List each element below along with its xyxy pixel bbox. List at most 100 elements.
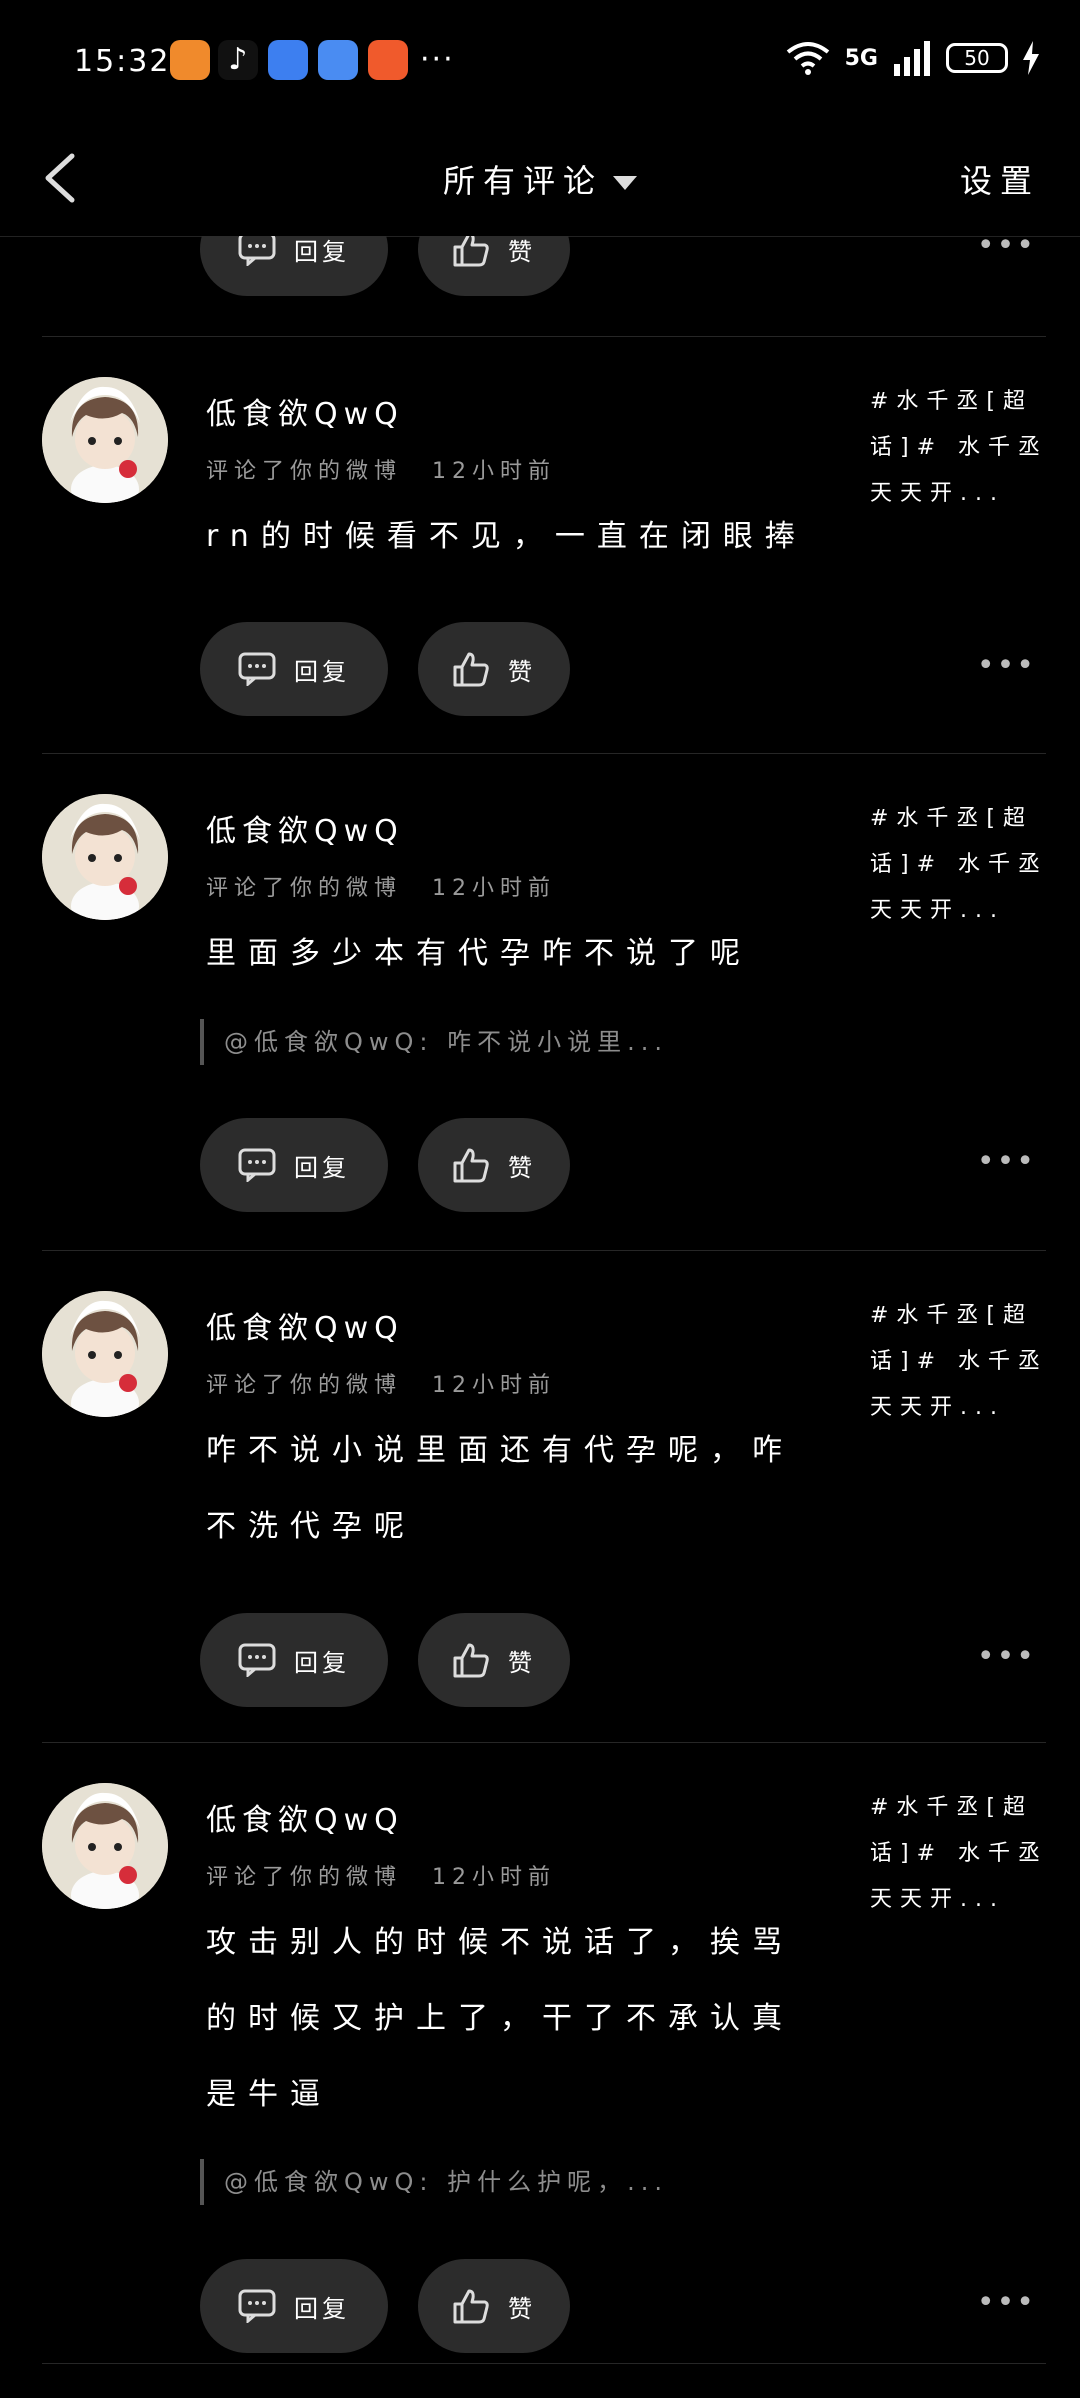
- comment-icon: [238, 2289, 276, 2323]
- timestamp: 12小时前: [432, 1373, 557, 1398]
- comment-feed[interactable]: 回复 赞 ••• 低食欲QwQ 评论了你的微博 12小时前 #水千丞[超话]# 水…: [0, 236, 1080, 2398]
- reply-label: 回复: [294, 1648, 350, 1677]
- comment-card[interactable]: 低食欲QwQ 评论了你的微博 12小时前 #水千丞[超话]# 水千丞天天开... …: [0, 754, 1080, 1250]
- author-name[interactable]: 低食欲QwQ: [206, 1303, 404, 1347]
- more-options-button[interactable]: •••: [977, 236, 1036, 263]
- like-label: 赞: [508, 657, 536, 686]
- wifi-icon: [786, 42, 829, 75]
- timestamp: 12小时前: [432, 459, 557, 484]
- comment-icon: [238, 236, 276, 266]
- comment-line: 不洗代孕呢: [206, 1509, 416, 1544]
- action-row: 回复 赞 •••: [0, 1613, 1080, 1707]
- avatar[interactable]: [42, 377, 168, 503]
- avatar[interactable]: [42, 1783, 168, 1909]
- post-topic-preview[interactable]: #水千丞[超话]# 水千丞天天开...: [870, 1785, 1050, 1923]
- post-topic-preview[interactable]: #水千丞[超话]# 水千丞天天开...: [870, 796, 1050, 934]
- comment-text: 里面多少本有代孕咋不说了呢: [206, 916, 846, 992]
- status-bar: 15:32 ♪ ··· 5G 50: [0, 0, 1080, 130]
- comment-text: 咋不说小说里面还有代孕呢，咋 不洗代孕呢: [206, 1413, 846, 1565]
- comment-icon: [238, 1148, 276, 1182]
- quoted-comment[interactable]: @低食欲QwQ: 咋不说小说里...: [200, 1019, 820, 1065]
- avatar[interactable]: [42, 1291, 168, 1417]
- reply-button[interactable]: 回复: [200, 236, 388, 296]
- reply-label: 回复: [294, 237, 350, 266]
- comment-card[interactable]: 低食欲QwQ 评论了你的微博 12小时前 #水千丞[超话]# 水千丞天天开... …: [0, 337, 1080, 753]
- comment-line: 里面多少本有代孕咋不说了呢: [206, 936, 752, 971]
- signal-icon: [894, 41, 930, 76]
- comment-line: 攻击别人的时候不说话了，挨骂: [206, 1925, 794, 1960]
- reply-label: 回复: [294, 1153, 350, 1182]
- browser-icon: [268, 40, 308, 80]
- action-row: 回复 赞 •••: [0, 2259, 1080, 2353]
- action-row: 回复 赞 •••: [0, 236, 1080, 296]
- timestamp: 12小时前: [432, 876, 557, 901]
- reply-button[interactable]: 回复: [200, 2259, 388, 2353]
- notification-more-icon: ···: [420, 42, 455, 77]
- tiktok-icon: ♪: [218, 40, 258, 80]
- more-options-button[interactable]: •••: [977, 648, 1036, 683]
- reply-label: 回复: [294, 657, 350, 686]
- app-icon-red: [368, 40, 408, 80]
- thumbs-up-icon: [453, 236, 489, 267]
- meta-action: 评论了你的微博: [206, 1373, 403, 1398]
- like-label: 赞: [508, 1648, 536, 1677]
- comment-line: rn的时候看不见，一直在闭眼捧: [206, 519, 807, 554]
- quoted-comment[interactable]: @低食欲QwQ: 护什么护呢，...: [200, 2159, 820, 2205]
- comment-meta: 评论了你的微博 12小时前: [206, 870, 556, 902]
- comment-text: 攻击别人的时候不说话了，挨骂 的时候又护上了，干了不承认真 是牛逼: [206, 1905, 846, 2133]
- action-row: 回复 赞 •••: [0, 622, 1080, 716]
- app-icon-orange: [170, 40, 210, 80]
- charging-icon: [1023, 41, 1039, 75]
- more-options-button[interactable]: •••: [977, 1639, 1036, 1674]
- divider: [42, 2363, 1046, 2364]
- meta-action: 评论了你的微博: [206, 459, 403, 484]
- thumbs-up-icon: [453, 1148, 489, 1183]
- author-name[interactable]: 低食欲QwQ: [206, 1795, 404, 1839]
- more-options-button[interactable]: •••: [977, 2285, 1036, 2320]
- meta-action: 评论了你的微博: [206, 876, 403, 901]
- comment-card[interactable]: 低食欲QwQ 评论了你的微博 12小时前 #水千丞[超话]# 水千丞天天开... …: [0, 1251, 1080, 1742]
- comment-meta: 评论了你的微博 12小时前: [206, 453, 556, 485]
- thumbs-up-icon: [453, 652, 489, 687]
- like-label: 赞: [508, 237, 536, 266]
- comment-filter-dropdown[interactable]: 所有评论: [0, 156, 1080, 202]
- avatar[interactable]: [42, 794, 168, 920]
- reply-button[interactable]: 回复: [200, 1118, 388, 1212]
- post-topic-preview[interactable]: #水千丞[超话]# 水千丞天天开...: [870, 1293, 1050, 1431]
- author-name[interactable]: 低食欲QwQ: [206, 389, 404, 433]
- action-row: 回复 赞 •••: [0, 1118, 1080, 1212]
- comment-line: 是牛逼: [206, 2077, 332, 2112]
- dropdown-caret-icon: [613, 176, 637, 190]
- comment-line: 咋不说小说里面还有代孕呢，咋: [206, 1433, 794, 1468]
- reply-button[interactable]: 回复: [200, 1613, 388, 1707]
- like-button[interactable]: 赞: [418, 622, 570, 716]
- comment-meta: 评论了你的微博 12小时前: [206, 1859, 556, 1891]
- more-options-button[interactable]: •••: [977, 1144, 1036, 1179]
- reply-label: 回复: [294, 2294, 350, 2323]
- thumbs-up-icon: [453, 2289, 489, 2324]
- post-topic-preview[interactable]: #水千丞[超话]# 水千丞天天开...: [870, 379, 1050, 517]
- like-button[interactable]: 赞: [418, 1613, 570, 1707]
- meta-action: 评论了你的微博: [206, 1865, 403, 1890]
- reply-button[interactable]: 回复: [200, 622, 388, 716]
- like-label: 赞: [508, 1153, 536, 1182]
- comment-text: rn的时候看不见，一直在闭眼捧: [206, 499, 846, 575]
- like-label: 赞: [508, 2294, 536, 2323]
- comment-line: 的时候又护上了，干了不承认真: [206, 2001, 794, 2036]
- author-name[interactable]: 低食欲QwQ: [206, 806, 404, 850]
- network-type: 5G: [844, 45, 878, 71]
- app-icon-blue: [318, 40, 358, 80]
- comment-icon: [238, 1643, 276, 1677]
- timestamp: 12小时前: [432, 1865, 557, 1890]
- page-title: 所有评论: [442, 162, 603, 200]
- status-time: 15:32: [74, 44, 171, 79]
- comment-icon: [238, 652, 276, 686]
- settings-button[interactable]: 设置: [960, 156, 1040, 202]
- like-button[interactable]: 赞: [418, 2259, 570, 2353]
- comment-card[interactable]: 低食欲QwQ 评论了你的微博 12小时前 #水千丞[超话]# 水千丞天天开... …: [0, 1743, 1080, 2363]
- like-button[interactable]: 赞: [418, 1118, 570, 1212]
- thumbs-up-icon: [453, 1643, 489, 1678]
- battery-indicator: 50: [946, 43, 1008, 73]
- like-button[interactable]: 赞: [418, 236, 570, 296]
- comment-meta: 评论了你的微博 12小时前: [206, 1367, 556, 1399]
